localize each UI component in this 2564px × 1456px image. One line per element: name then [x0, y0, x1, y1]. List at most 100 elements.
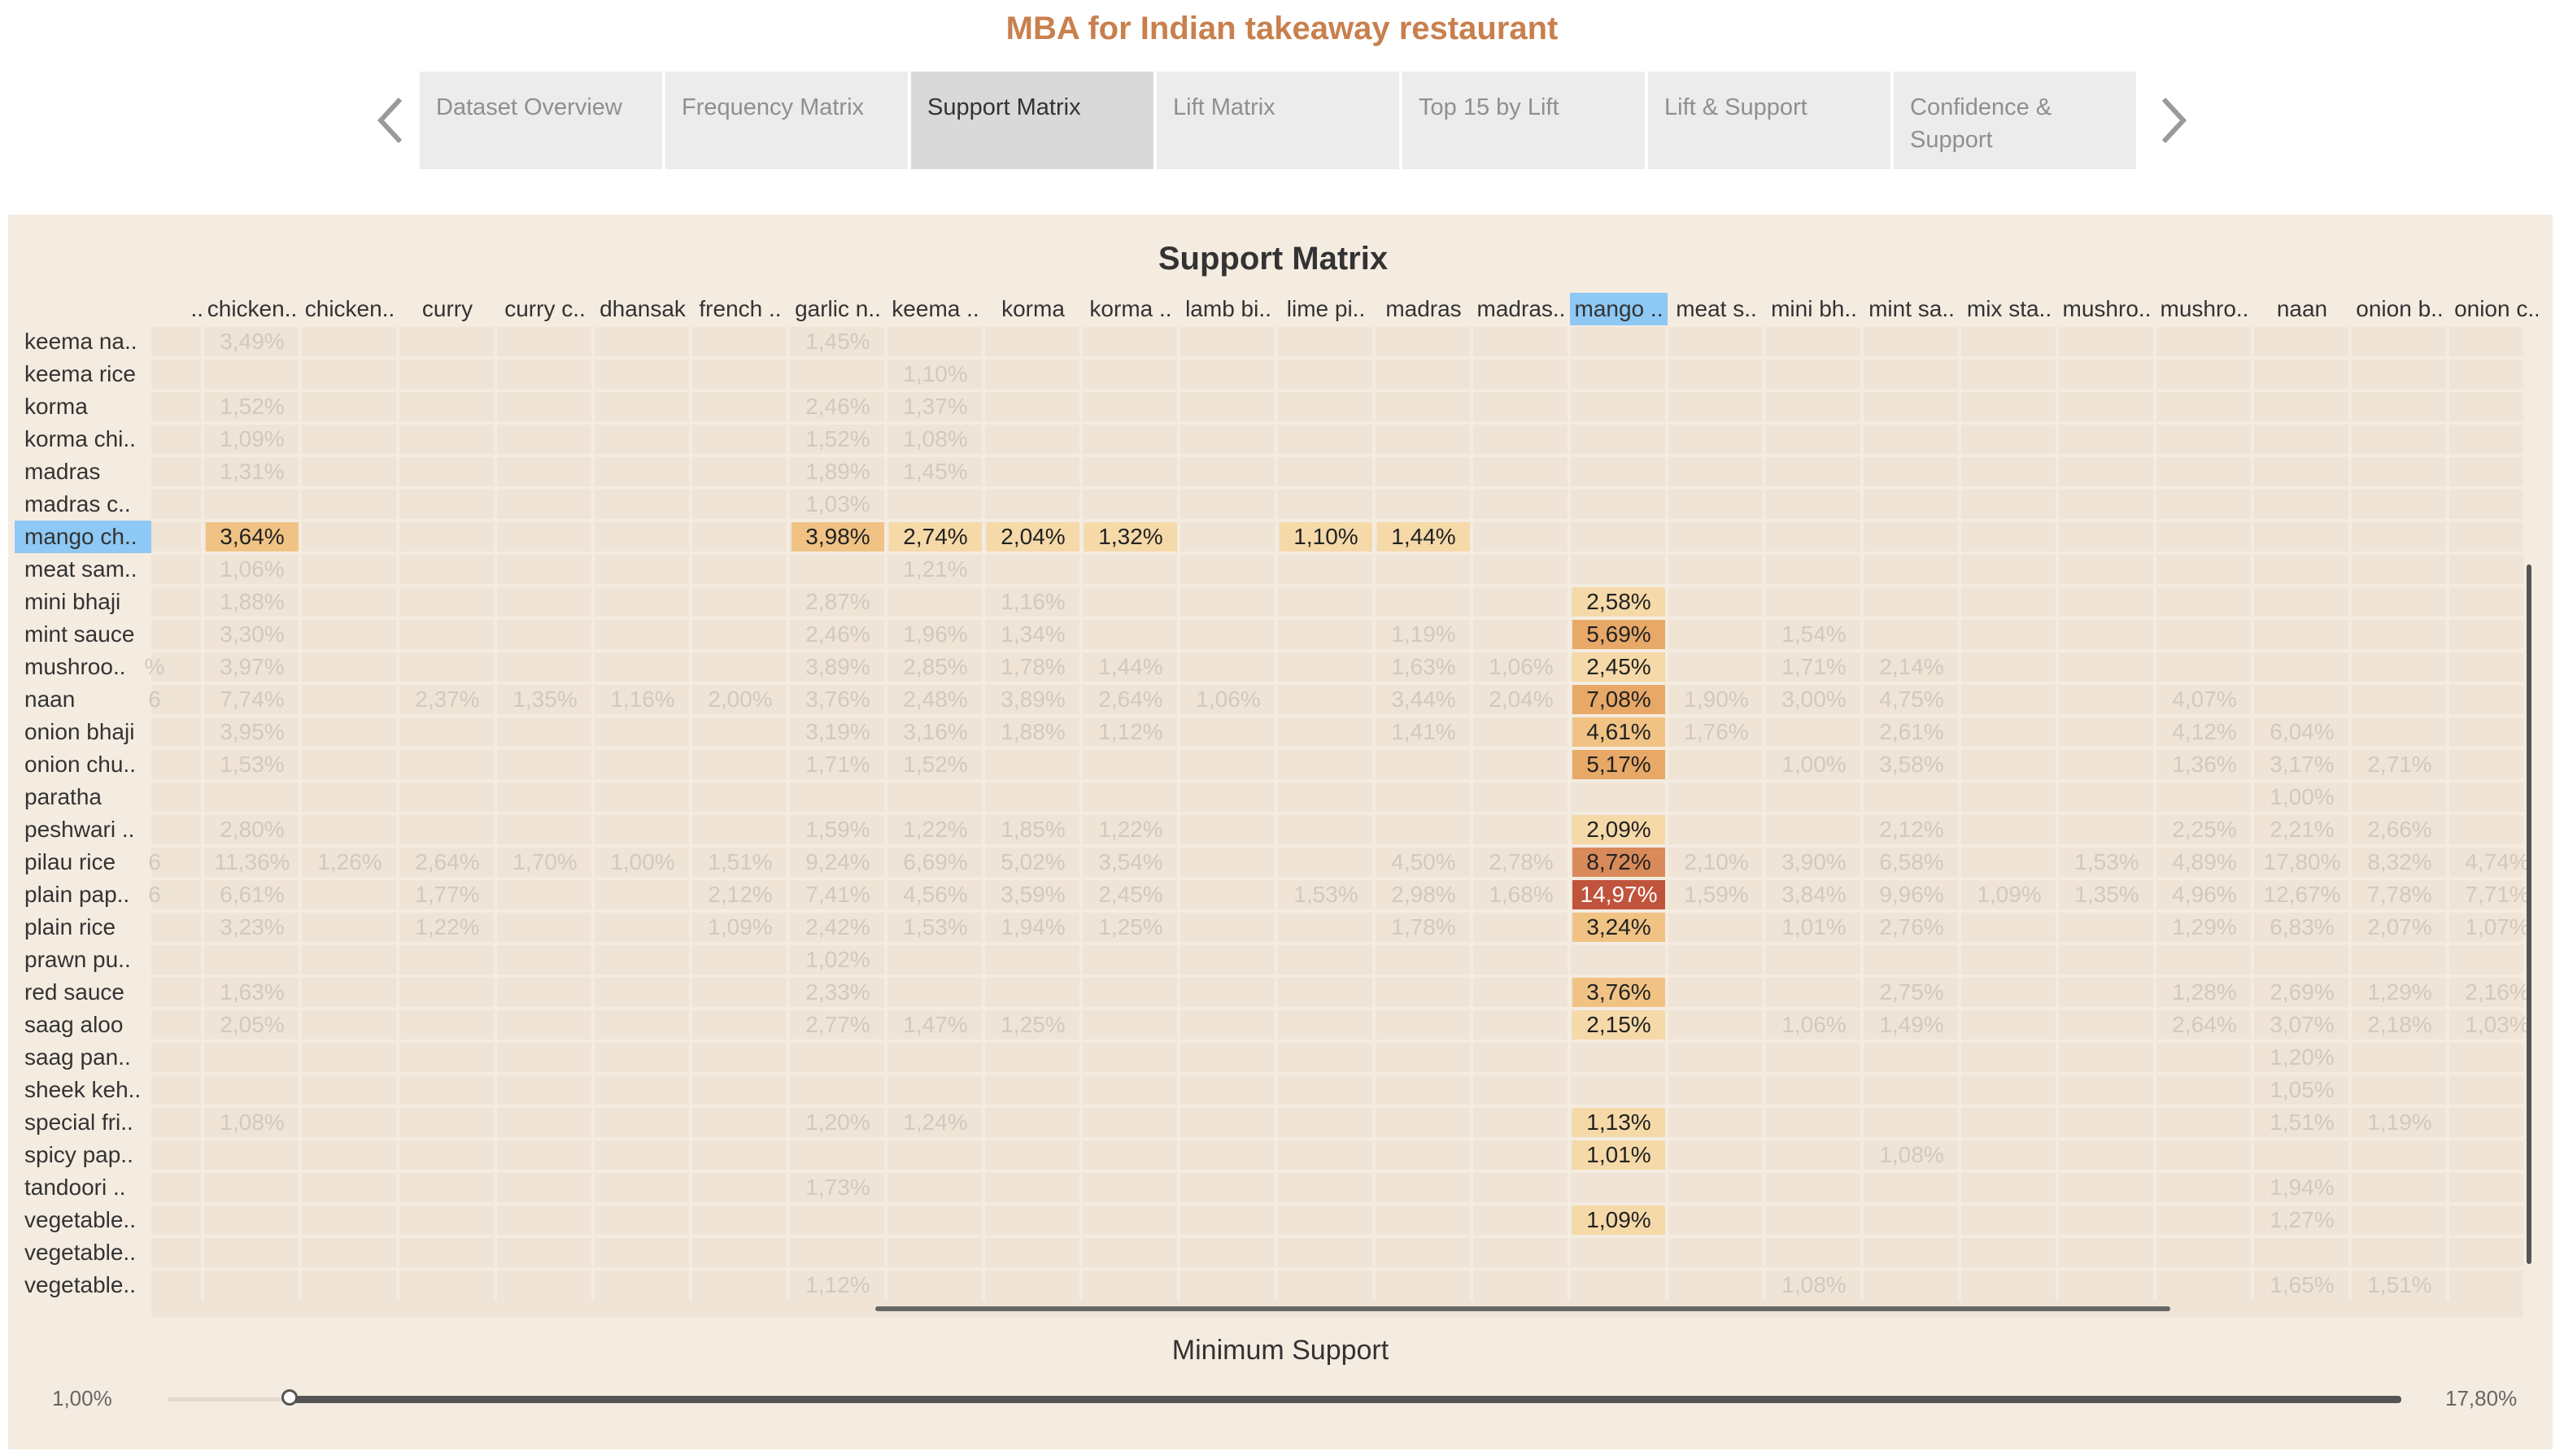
matrix-cell[interactable]: 2,87%	[791, 587, 884, 617]
matrix-cell[interactable]: 1,02%	[791, 945, 884, 974]
matrix-cell[interactable]: 1,45%	[889, 457, 982, 486]
matrix-cell[interactable]: 1,13%	[1572, 1108, 1665, 1137]
tab-dataset-overview[interactable]: Dataset Overview	[420, 72, 662, 169]
matrix-cell[interactable]: 1,52%	[889, 750, 982, 779]
row-header[interactable]: plain pap..	[15, 878, 151, 911]
matrix-cell[interactable]: 7,71%	[2451, 880, 2538, 909]
matrix-cell[interactable]: 1,19%	[2353, 1108, 2446, 1137]
matrix-cell[interactable]: 1,05%	[2256, 1075, 2348, 1105]
matrix-cell[interactable]: 3,97%	[206, 652, 299, 682]
matrix-cell[interactable]: 2,15%	[1572, 1010, 1665, 1040]
matrix-cell[interactable]: 1,52%	[791, 425, 884, 454]
matrix-cell[interactable]: 17,80%	[2256, 848, 2348, 877]
matrix-cell[interactable]: 3,58%	[1865, 750, 1958, 779]
matrix-cell[interactable]: 1,08%	[1768, 1271, 1860, 1300]
matrix-cell[interactable]: 1,51%	[2353, 1271, 2446, 1300]
matrix-cell[interactable]: 3,89%	[791, 652, 884, 682]
matrix-cell[interactable]: 2,75%	[1865, 978, 1958, 1007]
matrix-cell[interactable]: 2,45%	[1572, 652, 1665, 682]
matrix-cell[interactable]: 1,19%	[1377, 620, 1470, 649]
matrix-cell[interactable]: 1,09%	[694, 913, 787, 942]
matrix-cell[interactable]: 1,06%	[206, 555, 299, 584]
matrix-cell[interactable]: 2,42%	[791, 913, 884, 942]
matrix-cell[interactable]: 3,07%	[2256, 1010, 2348, 1040]
vertical-scrollbar[interactable]	[2527, 565, 2531, 1264]
row-header[interactable]: korma	[15, 390, 151, 423]
tab-lift-support[interactable]: Lift & Support	[1648, 72, 1890, 169]
tab-frequency-matrix[interactable]: Frequency Matrix	[665, 72, 908, 169]
matrix-cell[interactable]: 1,27%	[2256, 1205, 2348, 1235]
column-header[interactable]: french ..	[691, 293, 789, 325]
matrix-cell[interactable]: 3,95%	[206, 717, 299, 747]
matrix-cell[interactable]: 3,17%	[2256, 750, 2348, 779]
horizontal-scrollbar[interactable]	[875, 1306, 2170, 1311]
matrix-cell[interactable]: 3,76%	[791, 685, 884, 714]
matrix-cell[interactable]: 1,01%	[1768, 913, 1860, 942]
row-header[interactable]: keema na..	[15, 325, 151, 358]
matrix-cell[interactable]: 1,09%	[1572, 1205, 1665, 1235]
matrix-cell[interactable]: 7,78%	[2353, 880, 2446, 909]
row-header[interactable]: madras c..	[15, 488, 151, 521]
matrix-cell[interactable]: 3,98%	[791, 522, 884, 551]
column-header[interactable]: dhansak	[594, 293, 691, 325]
row-header[interactable]: korma chi..	[15, 423, 151, 456]
matrix-cell[interactable]: 1,68%	[1475, 880, 1568, 909]
column-header[interactable]: mint sa..	[1863, 293, 1960, 325]
matrix-cell[interactable]: 1,73%	[791, 1173, 884, 1202]
matrix-cell[interactable]: 2,04%	[1475, 685, 1568, 714]
column-header[interactable]: mushro..	[2058, 293, 2156, 325]
matrix-cell[interactable]: 1,34%	[987, 620, 1079, 649]
matrix-cell[interactable]: 3,49%	[206, 327, 299, 356]
matrix-cell[interactable]: 1,26%	[303, 848, 396, 877]
matrix-cell[interactable]: 1,16%	[596, 685, 689, 714]
matrix-cell[interactable]: 1,88%	[206, 587, 299, 617]
matrix-cell[interactable]: 14,97%	[1572, 880, 1665, 909]
matrix-cell[interactable]: 2,64%	[2158, 1010, 2251, 1040]
matrix-cell[interactable]: 1,65%	[2256, 1271, 2348, 1300]
matrix-cell[interactable]: 1,08%	[889, 425, 982, 454]
matrix-cell[interactable]: 2,78%	[1475, 848, 1568, 877]
matrix-cell[interactable]: 2,04%	[987, 522, 1079, 551]
matrix-cell[interactable]: 2,77%	[791, 1010, 884, 1040]
matrix-cell[interactable]: 3,84%	[1768, 880, 1860, 909]
column-header[interactable]: ..	[106, 293, 203, 325]
matrix-cell[interactable]: 1,88%	[987, 717, 1079, 747]
matrix-cell[interactable]: 1,12%	[1084, 717, 1177, 747]
row-header[interactable]: peshwari ..	[15, 813, 151, 846]
matrix-cell[interactable]: 1,00%	[596, 848, 689, 877]
matrix-cell[interactable]: 3,89%	[987, 685, 1079, 714]
matrix-cell[interactable]: 6,69%	[889, 848, 982, 877]
matrix-cell[interactable]: 1,20%	[791, 1108, 884, 1137]
row-header[interactable]: vegetable..	[15, 1204, 151, 1236]
matrix-cell[interactable]: 11,36%	[206, 848, 299, 877]
matrix-cell[interactable]: 1,35%	[499, 685, 591, 714]
matrix-cell[interactable]: 1,51%	[694, 848, 787, 877]
matrix-cell[interactable]: 3,54%	[1084, 848, 1177, 877]
matrix-cell[interactable]: 1,32%	[1084, 522, 1177, 551]
column-header[interactable]: mix sta..	[1960, 293, 2058, 325]
matrix-cell[interactable]: 1,94%	[2256, 1173, 2348, 1202]
matrix-cell[interactable]: 2,61%	[1865, 717, 1958, 747]
minimum-support-slider[interactable]	[290, 1396, 2401, 1403]
matrix-cell[interactable]: 1,06%	[1182, 685, 1275, 714]
matrix-cell[interactable]: 1,49%	[1865, 1010, 1958, 1040]
row-header[interactable]: naan	[15, 683, 151, 716]
matrix-cell[interactable]: 2,80%	[206, 815, 299, 844]
matrix-cell[interactable]: 8,72%	[1572, 848, 1665, 877]
matrix-cell[interactable]: 1,63%	[1377, 652, 1470, 682]
matrix-cell[interactable]: 1,24%	[889, 1108, 982, 1137]
matrix-cell[interactable]: 2,46%	[791, 620, 884, 649]
matrix-cell[interactable]: 5,17%	[1572, 750, 1665, 779]
row-header[interactable]: meat sam..	[15, 553, 151, 586]
matrix-cell[interactable]: 7,08%	[1572, 685, 1665, 714]
column-header[interactable]: madras	[1375, 293, 1472, 325]
matrix-cell[interactable]: 1,00%	[1768, 750, 1860, 779]
matrix-cell[interactable]: 2,98%	[1377, 880, 1470, 909]
chevron-left-icon[interactable]	[369, 88, 410, 153]
matrix-cell[interactable]: 1,36%	[2158, 750, 2251, 779]
matrix-cell[interactable]: 1,59%	[791, 815, 884, 844]
matrix-cell[interactable]: 1,85%	[987, 815, 1079, 844]
matrix-cell[interactable]: 3,16%	[889, 717, 982, 747]
matrix-cell[interactable]: 1,52%	[206, 392, 299, 421]
matrix-cell[interactable]: 1,10%	[889, 360, 982, 389]
